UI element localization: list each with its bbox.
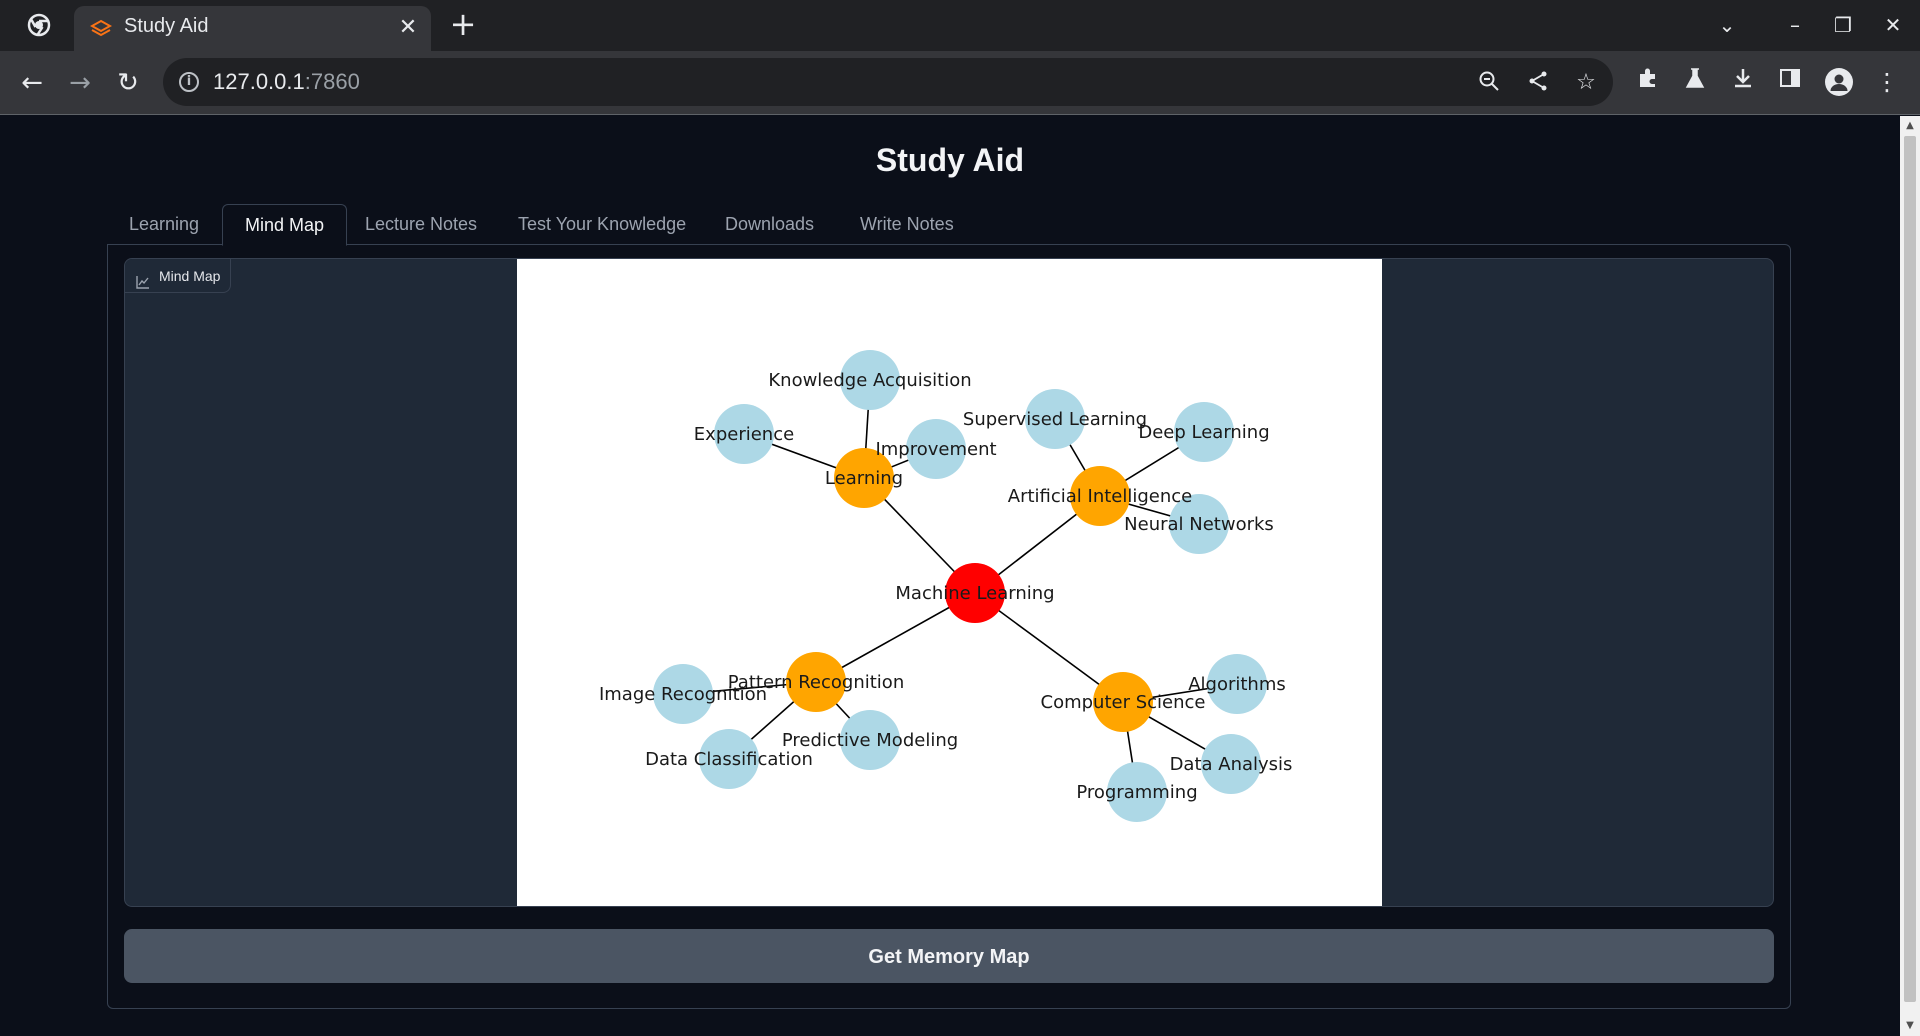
extensions-icon[interactable] [1631,65,1665,99]
scrollbar[interactable]: ▲ ▼ [1900,116,1920,1036]
tab-title: Study Aid [124,15,209,37]
mind-map-node-label: Programming [1076,782,1197,803]
mind-map-node-label: Learning [825,468,903,489]
profile-avatar-icon[interactable] [1825,68,1853,96]
chart-icon [135,268,151,289]
tab-write-notes[interactable]: Write Notes [838,204,976,246]
mind-map-node-label: Image Recognition [599,684,767,705]
bookmark-star-icon[interactable]: ☆ [1573,70,1599,96]
get-memory-map-button[interactable]: Get Memory Map [124,929,1774,983]
plot-label: Mind Map [125,259,232,293]
info-icon[interactable]: i [179,72,199,92]
side-panel-icon[interactable] [1773,65,1807,99]
mind-map-panel: Mind Map Machine Learning Learning Artific… [107,244,1791,1009]
scroll-thumb[interactable] [1904,136,1916,1002]
browser-tabstrip: Study Aid ✕ + ⌄ – ❐ ✕ [0,0,1920,51]
zoom-icon[interactable] [1476,70,1502,96]
tab-mind-map[interactable]: Mind Map [222,204,348,246]
mind-map-node-label: Experience [694,424,794,445]
mind-map-node-label: Neural Networks [1124,514,1274,535]
address-bar[interactable]: i 127.0.0.1:7860 ☆ [163,58,1613,106]
mind-map-node-label: Data Analysis [1170,754,1293,775]
tab-close-icon[interactable]: ✕ [395,15,421,41]
mind-map-image: Machine Learning Learning Artificial Intel… [517,259,1382,906]
tab-lecture-notes[interactable]: Lecture Notes [343,204,499,246]
mind-map-node-label: Supervised Learning [963,409,1147,430]
share-icon[interactable] [1525,70,1551,96]
scroll-down-icon[interactable]: ▼ [1904,1020,1916,1032]
mind-map-node-label: Computer Science [1041,692,1206,713]
mind-map-node-label: Deep Learning [1138,422,1269,443]
close-window-icon[interactable]: ✕ [1878,12,1908,38]
menu-kebab-icon[interactable]: ⋮ [1870,65,1904,99]
tab-downloads[interactable]: Downloads [703,204,836,246]
mind-map-node-label: Data Classification [645,749,813,770]
mind-map-node-label: Knowledge Acquisition [768,370,971,391]
tab-test-your-knowledge[interactable]: Test Your Knowledge [496,204,708,246]
chevron-down-icon[interactable]: ⌄ [1712,12,1742,38]
forward-icon[interactable]: → [62,65,98,101]
scroll-up-icon[interactable]: ▲ [1904,120,1916,132]
page-title: Study Aid [875,142,1025,178]
page: Study Aid Learning Mind Map Lecture Note… [0,116,1900,1036]
new-tab-button[interactable]: + [448,8,478,40]
browser-tab[interactable]: Study Aid ✕ [74,6,431,51]
reload-icon[interactable]: ↻ [110,65,146,101]
download-icon[interactable] [1726,65,1760,99]
mind-map-node-label: Machine Learning [895,583,1054,604]
plot-block: Mind Map Machine Learning Learning Artific… [124,258,1774,907]
browser-toolbar: ← → ↻ i 127.0.0.1:7860 ☆ ⋮ [0,51,1920,115]
tab-learning[interactable]: Learning [107,204,221,246]
minimize-icon[interactable]: – [1780,12,1810,38]
mind-map-node-label: Artificial Intelligence [1008,486,1193,507]
labs-flask-icon[interactable] [1678,65,1712,99]
mind-map-graph: Machine Learning Learning Artificial Intel… [599,350,1293,822]
layers-icon [89,18,113,40]
restore-icon[interactable]: ❐ [1828,12,1858,38]
mind-map-node-label: Predictive Modeling [782,730,958,751]
url-text: 127.0.0.1:7860 [213,69,360,94]
mind-map-node-label: Algorithms [1188,674,1286,695]
chrome-icon[interactable] [26,12,52,38]
mind-map-node-label: Improvement [875,439,996,460]
back-icon[interactable]: ← [14,65,50,101]
